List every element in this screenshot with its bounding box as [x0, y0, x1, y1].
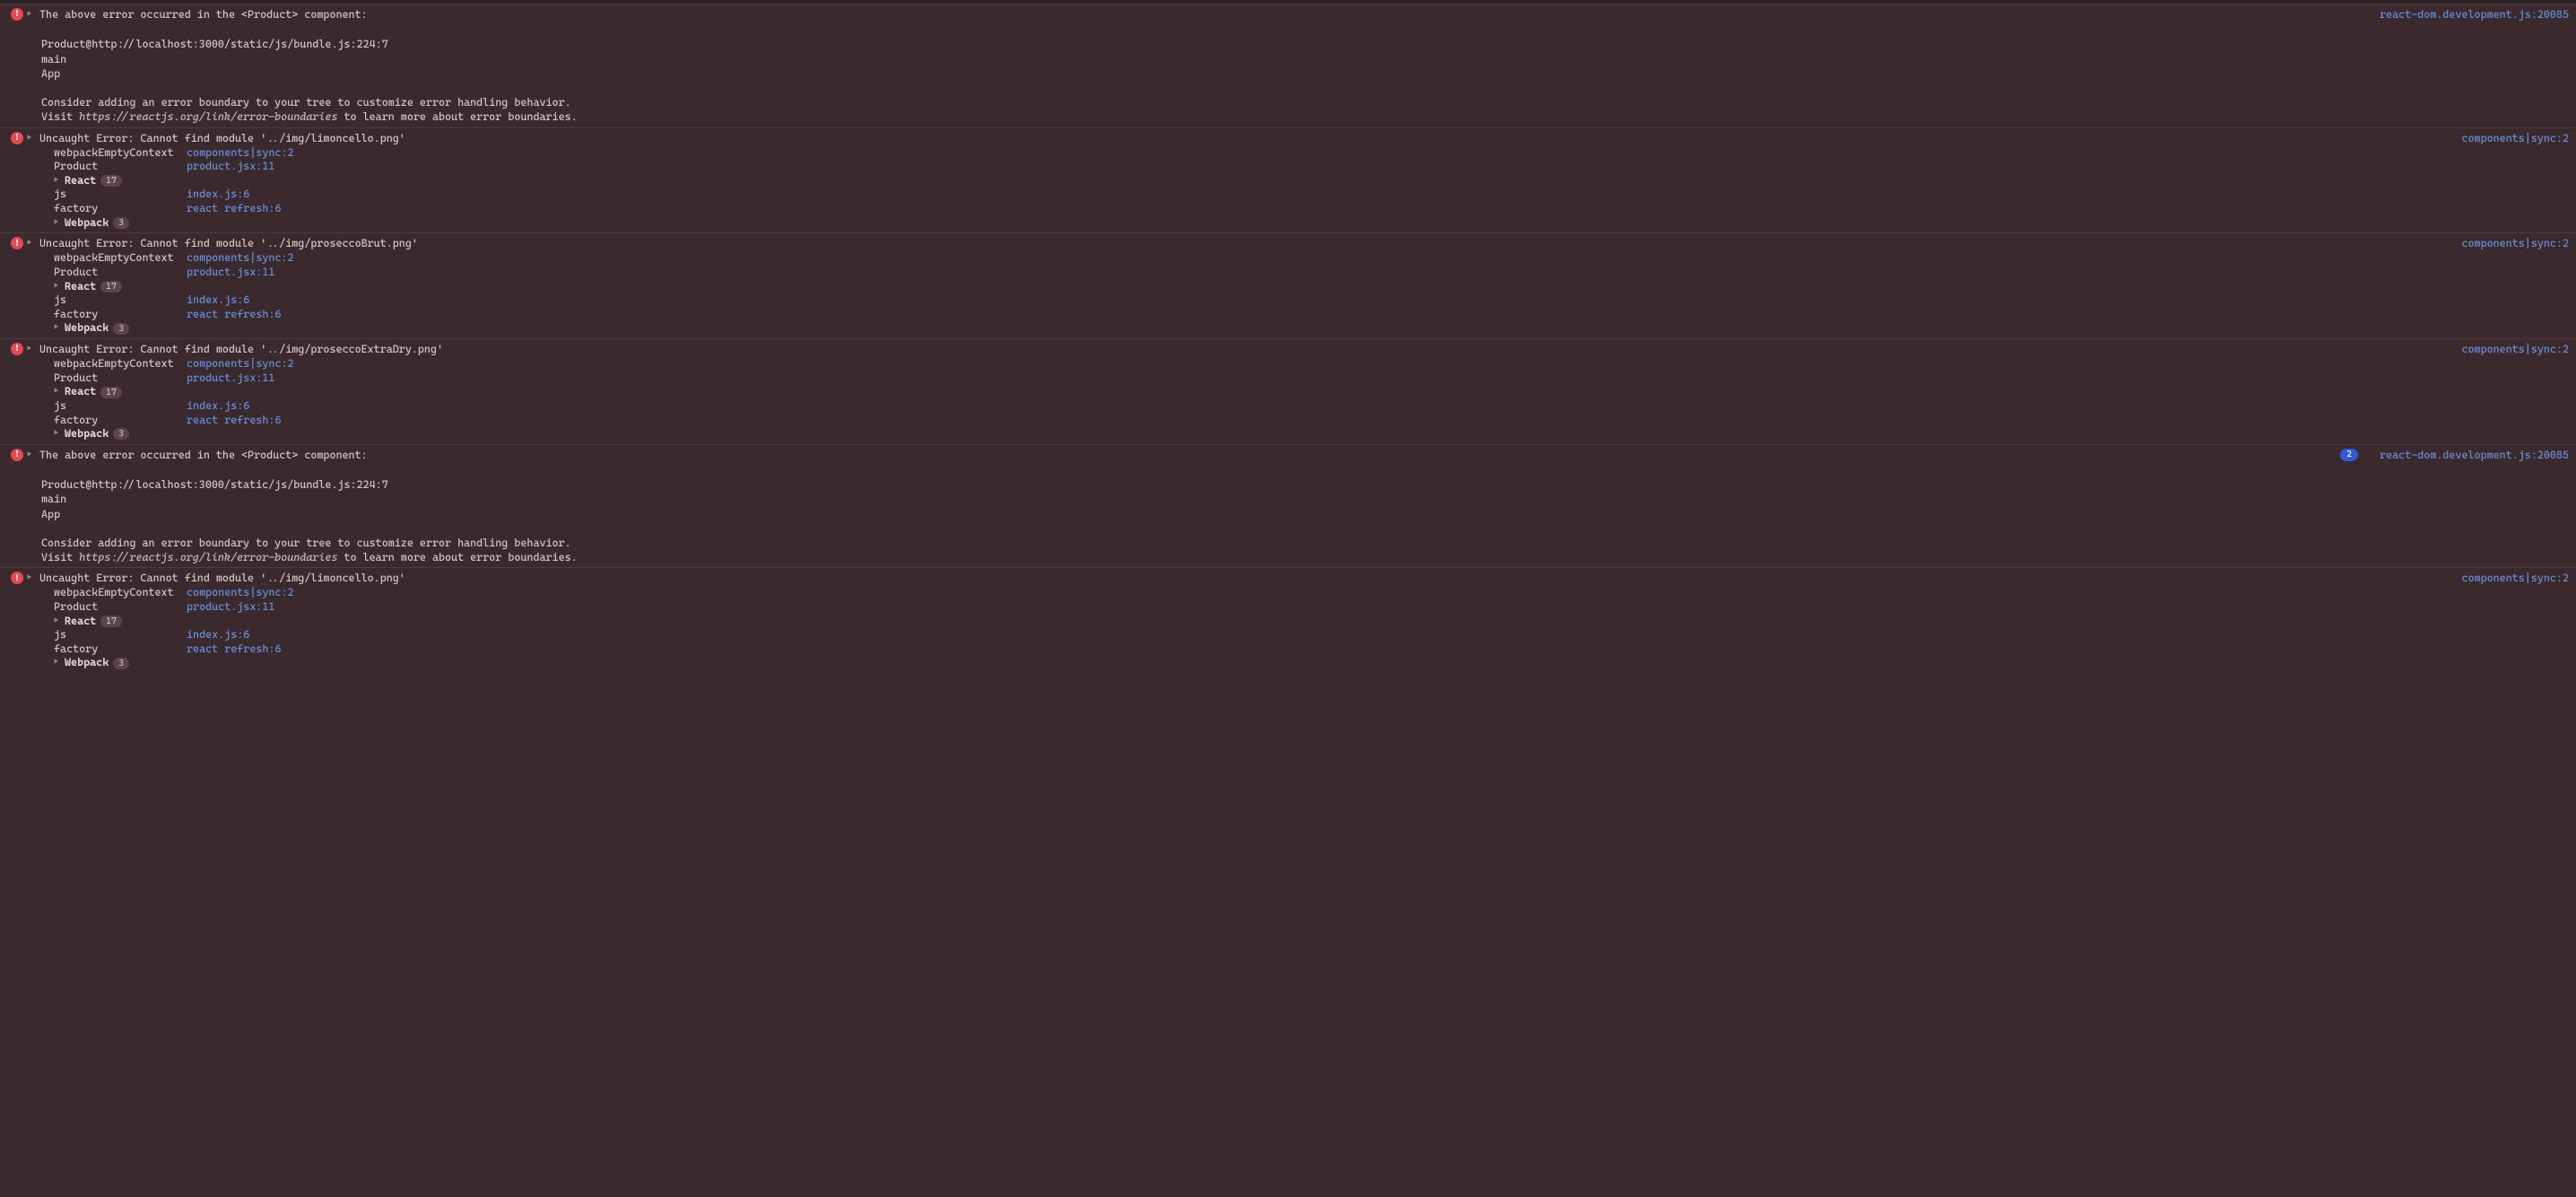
chevron-right-icon: ▶: [54, 387, 61, 398]
error-message: The above error occurred in the <Product…: [39, 448, 2340, 462]
stack-frame-factory: factoryreact refresh:6: [54, 414, 2569, 428]
source-link[interactable]: product.jsx:11: [187, 371, 274, 386]
stack-group-react[interactable]: ▶React17: [54, 174, 2569, 188]
stack-frame-webpackemptycontext: webpackEmptyContextcomponents|sync:2: [54, 357, 2569, 371]
source-link[interactable]: react refresh:6: [187, 642, 281, 657]
stack-frame-js: jsindex.js:6: [54, 188, 2569, 202]
stack-group-react[interactable]: ▶React17: [54, 280, 2569, 294]
source-link[interactable]: components|sync:2: [187, 146, 294, 161]
stack-frame-product: Productproduct.jsx:11: [54, 600, 2569, 615]
error-icon: !: [11, 8, 23, 21]
source-link[interactable]: react refresh:6: [187, 414, 281, 428]
stack-trace: webpackEmptyContextcomponents|sync:2Prod…: [54, 146, 2569, 231]
source-link[interactable]: components|sync:2: [187, 251, 294, 266]
stack-trace: webpackEmptyContextcomponents|sync:2Prod…: [54, 251, 2569, 336]
chevron-right-icon[interactable]: ▶: [27, 450, 36, 460]
stack-frame-product: Productproduct.jsx:11: [54, 371, 2569, 386]
error-message: The above error occurred in the <Product…: [39, 7, 2365, 22]
chevron-right-icon[interactable]: ▶: [27, 344, 36, 354]
source-link[interactable]: react refresh:6: [187, 202, 281, 216]
frame-count-badge: 3: [113, 658, 129, 669]
source-link[interactable]: index.js:6: [187, 293, 249, 308]
error-icon: !: [11, 449, 23, 461]
stack-frame-product: Productproduct.jsx:11: [54, 160, 2569, 174]
source-link[interactable]: components|sync:2: [2447, 571, 2569, 585]
console-error-entry: !▶Uncaught Error: Cannot find module '..…: [0, 338, 2576, 444]
chevron-right-icon[interactable]: ▶: [27, 238, 36, 249]
source-link[interactable]: product.jsx:11: [187, 600, 274, 615]
repeat-count-badge: 2: [2340, 449, 2358, 461]
error-message: Uncaught Error: Cannot find module '../i…: [39, 571, 2447, 585]
chevron-right-icon: ▶: [54, 282, 61, 293]
stack-group-webpack[interactable]: ▶Webpack3: [54, 656, 2569, 670]
error-icon: !: [11, 572, 23, 584]
chevron-right-icon: ▶: [54, 218, 61, 229]
frame-count-badge: 17: [100, 175, 122, 187]
chevron-right-icon: ▶: [54, 176, 61, 187]
stack-frame-webpackemptycontext: webpackEmptyContextcomponents|sync:2: [54, 146, 2569, 161]
source-link[interactable]: components|sync:2: [2447, 131, 2569, 145]
stack-frame-webpackemptycontext: webpackEmptyContextcomponents|sync:2: [54, 586, 2569, 600]
source-link[interactable]: index.js:6: [187, 628, 249, 642]
stack-frame-product: Productproduct.jsx:11: [54, 266, 2569, 280]
error-icon: !: [11, 132, 23, 144]
source-link[interactable]: react-dom.development.js:20085: [2365, 448, 2569, 462]
source-link[interactable]: product.jsx:11: [187, 266, 274, 280]
frame-count-badge: 3: [113, 323, 129, 335]
stack-frame-webpackemptycontext: webpackEmptyContextcomponents|sync:2: [54, 251, 2569, 266]
stack-trace: webpackEmptyContextcomponents|sync:2Prod…: [54, 586, 2569, 670]
stack-group-react[interactable]: ▶React17: [54, 385, 2569, 399]
chevron-right-icon[interactable]: ▶: [27, 572, 36, 583]
error-message: Uncaught Error: Cannot find module '../i…: [39, 236, 2447, 250]
error-icon: !: [11, 237, 23, 249]
chevron-right-icon: ▶: [54, 658, 61, 668]
chevron-right-icon: ▶: [54, 429, 61, 440]
error-body: Product@http://localhost:3000/static/js/…: [41, 463, 2569, 564]
error-message: Uncaught Error: Cannot find module '../i…: [39, 131, 2447, 145]
stack-group-webpack[interactable]: ▶Webpack3: [54, 216, 2569, 231]
error-message: Uncaught Error: Cannot find module '../i…: [39, 342, 2447, 356]
doc-link[interactable]: https://reactjs.org/link/error-boundarie…: [79, 110, 337, 123]
error-icon: !: [11, 343, 23, 355]
frame-count-badge: 17: [100, 616, 122, 627]
source-link[interactable]: components|sync:2: [187, 357, 294, 371]
chevron-right-icon: ▶: [54, 323, 61, 334]
stack-frame-factory: factoryreact refresh:6: [54, 308, 2569, 322]
source-link[interactable]: index.js:6: [187, 399, 249, 414]
stack-group-webpack[interactable]: ▶Webpack3: [54, 321, 2569, 336]
source-link[interactable]: index.js:6: [187, 188, 249, 202]
console-error-entry: ! ▶The above error occurred in the <Produ…: [0, 4, 2576, 127]
stack-frame-factory: factoryreact refresh:6: [54, 642, 2569, 657]
console-error-entry: ! ▶The above error occurred in the <Produ…: [0, 444, 2576, 568]
chevron-right-icon[interactable]: ▶: [27, 133, 36, 144]
stack-frame-js: jsindex.js:6: [54, 399, 2569, 414]
doc-link[interactable]: https://reactjs.org/link/error-boundarie…: [79, 551, 337, 564]
frame-count-badge: 17: [100, 387, 122, 398]
stack-frame-js: jsindex.js:6: [54, 293, 2569, 308]
frame-count-badge: 17: [100, 281, 122, 293]
stack-group-webpack[interactable]: ▶Webpack3: [54, 427, 2569, 441]
stack-trace: webpackEmptyContextcomponents|sync:2Prod…: [54, 357, 2569, 441]
console-error-entry: !▶Uncaught Error: Cannot find module '..…: [0, 567, 2576, 673]
source-link[interactable]: react-dom.development.js:20085: [2365, 7, 2569, 22]
stack-frame-factory: factoryreact refresh:6: [54, 202, 2569, 216]
frame-count-badge: 3: [113, 217, 129, 229]
console-error-entry: !▶Uncaught Error: Cannot find module '..…: [0, 127, 2576, 233]
chevron-right-icon: ▶: [54, 616, 61, 627]
source-link[interactable]: product.jsx:11: [187, 160, 274, 174]
source-link[interactable]: components|sync:2: [187, 586, 294, 600]
error-body: Product@http://localhost:3000/static/js/…: [41, 22, 2569, 124]
chevron-right-icon[interactable]: ▶: [27, 9, 36, 20]
frame-count-badge: 3: [113, 428, 129, 440]
source-link[interactable]: react refresh:6: [187, 308, 281, 322]
stack-group-react[interactable]: ▶React17: [54, 615, 2569, 629]
console-error-entry: !▶Uncaught Error: Cannot find module '..…: [0, 232, 2576, 338]
stack-frame-js: jsindex.js:6: [54, 628, 2569, 642]
source-link[interactable]: components|sync:2: [2447, 236, 2569, 250]
source-link[interactable]: components|sync:2: [2447, 342, 2569, 356]
